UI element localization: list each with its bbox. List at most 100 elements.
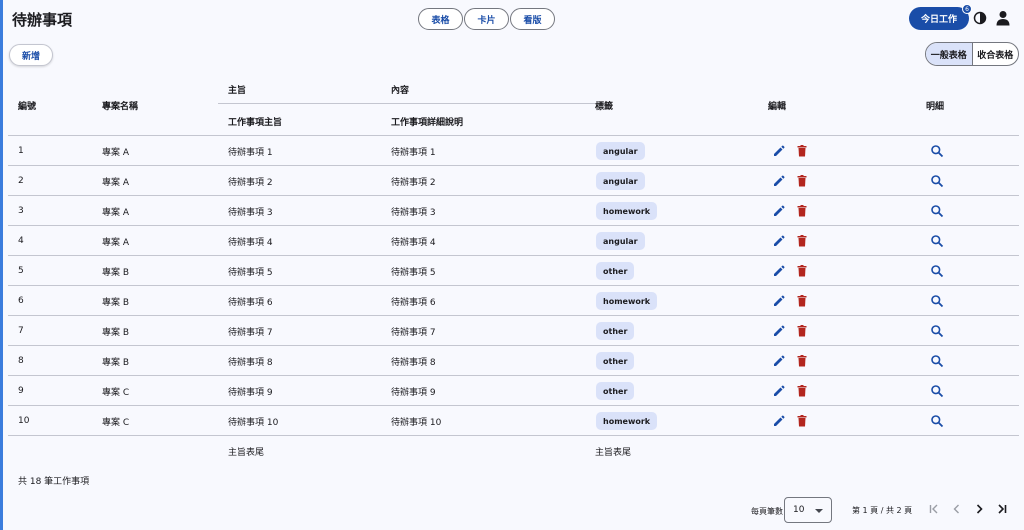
tag-chip[interactable]: other [596,352,635,370]
tab-cards[interactable]: 卡片 [464,8,509,30]
first-page-icon[interactable] [928,503,940,515]
pencil-icon[interactable] [772,324,786,338]
trash-icon[interactable] [795,174,809,188]
table-row[interactable]: 9 專案 C 待辦事項 9 待辦事項 9 other [8,376,1019,406]
table-mode-toggle: 一般表格 收合表格 [925,42,1019,66]
add-button[interactable]: 新增 [9,44,53,66]
cell-detail: 待辦事項 5 [391,267,436,278]
trash-icon[interactable] [795,324,809,338]
header-subject[interactable]: 工作事項主旨 [228,115,282,128]
trash-icon[interactable] [795,384,809,398]
table-row[interactable]: 6 專案 B 待辦事項 6 待辦事項 6 homework [8,286,1019,316]
trash-icon[interactable] [795,264,809,278]
tag-chip[interactable]: other [596,322,635,340]
header-group-subject: 主旨 [228,86,247,96]
cell-subject: 待辦事項 4 [228,237,273,248]
last-page-icon[interactable] [996,503,1008,515]
pencil-icon[interactable] [772,234,786,248]
tag-chip[interactable]: angular [596,142,645,160]
search-icon[interactable] [930,174,944,188]
today-work-button[interactable]: 今日工作 [909,7,969,30]
table-row[interactable]: 2 專案 A 待辦事項 2 待辦事項 2 angular [8,166,1019,196]
trash-icon[interactable] [795,204,809,218]
cell-detail: 待辦事項 8 [391,357,436,368]
search-icon[interactable] [930,324,944,338]
trash-icon[interactable] [795,294,809,308]
trash-icon[interactable] [795,414,809,428]
pencil-icon[interactable] [772,264,786,278]
person-icon[interactable] [996,10,1010,26]
mode-collapsed-table[interactable]: 收合表格 [971,43,1019,65]
search-icon[interactable] [930,264,944,278]
table-row[interactable]: 1 專案 A 待辦事項 1 待辦事項 1 angular [8,136,1019,166]
pencil-icon[interactable] [772,144,786,158]
cell-subject: 待辦事項 6 [228,297,273,308]
search-icon[interactable] [930,204,944,218]
pencil-icon[interactable] [772,354,786,368]
trash-icon[interactable] [795,234,809,248]
table-header: 編號 專案名稱 主旨 內容 工作事項主旨 工作事項詳細說明 標籤 編輯 明細 [8,75,1019,136]
cell-subject: 待辦事項 2 [228,177,273,188]
table-row[interactable]: 8 專案 B 待辦事項 8 待辦事項 8 other [8,346,1019,376]
page-title: 待辦事項 [12,11,73,29]
cell-detail: 待辦事項 3 [391,207,436,218]
tag-chip[interactable]: angular [596,172,645,190]
cell-id: 7 [18,326,24,336]
header-tag: 標籤 [595,102,614,112]
cell-id: 8 [18,356,24,366]
search-icon[interactable] [930,384,944,398]
table-row[interactable]: 3 專案 A 待辦事項 3 待辦事項 3 homework [8,196,1019,226]
chevron-right-icon[interactable] [973,503,985,515]
table-row[interactable]: 5 專案 B 待辦事項 5 待辦事項 5 other [8,256,1019,286]
tab-table[interactable]: 表格 [418,8,463,30]
tag-chip[interactable]: homework [596,202,658,220]
header-project[interactable]: 專案名稱 [102,99,138,112]
header-detail[interactable]: 工作事項詳細說明 [391,115,463,128]
trash-icon[interactable] [795,144,809,158]
top-bar: 待辦事項 表格 卡片 看版 今日工作 6 [0,0,1024,38]
pencil-icon[interactable] [772,414,786,428]
table-row[interactable]: 7 專案 B 待辦事項 7 待辦事項 7 other [8,316,1019,346]
pencil-icon[interactable] [772,384,786,398]
cell-subject: 待辦事項 8 [228,357,273,368]
tag-chip[interactable]: homework [596,292,658,310]
chevron-left-icon[interactable] [951,503,963,515]
cell-detail: 待辦事項 6 [391,297,436,308]
search-icon[interactable] [930,414,944,428]
pencil-icon[interactable] [772,204,786,218]
table-row[interactable]: 4 專案 A 待辦事項 4 待辦事項 4 angular [8,226,1019,256]
cell-subject: 待辦事項 1 [228,147,273,158]
cell-detail: 待辦事項 2 [391,177,436,188]
header-id[interactable]: 編號 [18,99,36,112]
contrast-icon[interactable] [973,11,987,25]
page-range-label: 第 1 頁 / 共 2 頁 [852,506,913,515]
cell-detail: 待辦事項 4 [391,237,436,248]
cell-subject: 待辦事項 7 [228,327,273,338]
cell-subject: 待辦事項 9 [228,387,273,398]
table-row[interactable]: 10 專案 C 待辦事項 10 待辦事項 10 homework [8,406,1019,436]
cell-project: 專案 B [102,267,130,278]
search-icon[interactable] [930,234,944,248]
tag-chip[interactable]: other [596,262,635,280]
tag-chip[interactable]: other [596,382,635,400]
cell-id: 10 [18,416,30,426]
header-view: 明細 [926,102,945,112]
mode-normal-table[interactable]: 一般表格 [926,43,972,65]
search-icon[interactable] [930,294,944,308]
search-icon[interactable] [930,354,944,368]
tag-chip[interactable]: angular [596,232,645,250]
tag-chip[interactable]: homework [596,412,658,430]
search-icon[interactable] [930,144,944,158]
per-page-select[interactable]: 10 [784,497,832,523]
cell-id: 4 [18,236,24,246]
trash-icon[interactable] [795,354,809,368]
cell-id: 5 [18,266,24,276]
pencil-icon[interactable] [772,294,786,308]
footer-subject: 主旨表尾 [228,447,265,458]
cell-id: 6 [18,296,24,306]
header-edit: 編輯 [768,102,787,112]
table-footer-row: 主旨表尾 主旨表尾 [8,436,1019,466]
cell-project: 專案 B [102,357,130,368]
tab-board[interactable]: 看版 [510,8,555,30]
pencil-icon[interactable] [772,174,786,188]
